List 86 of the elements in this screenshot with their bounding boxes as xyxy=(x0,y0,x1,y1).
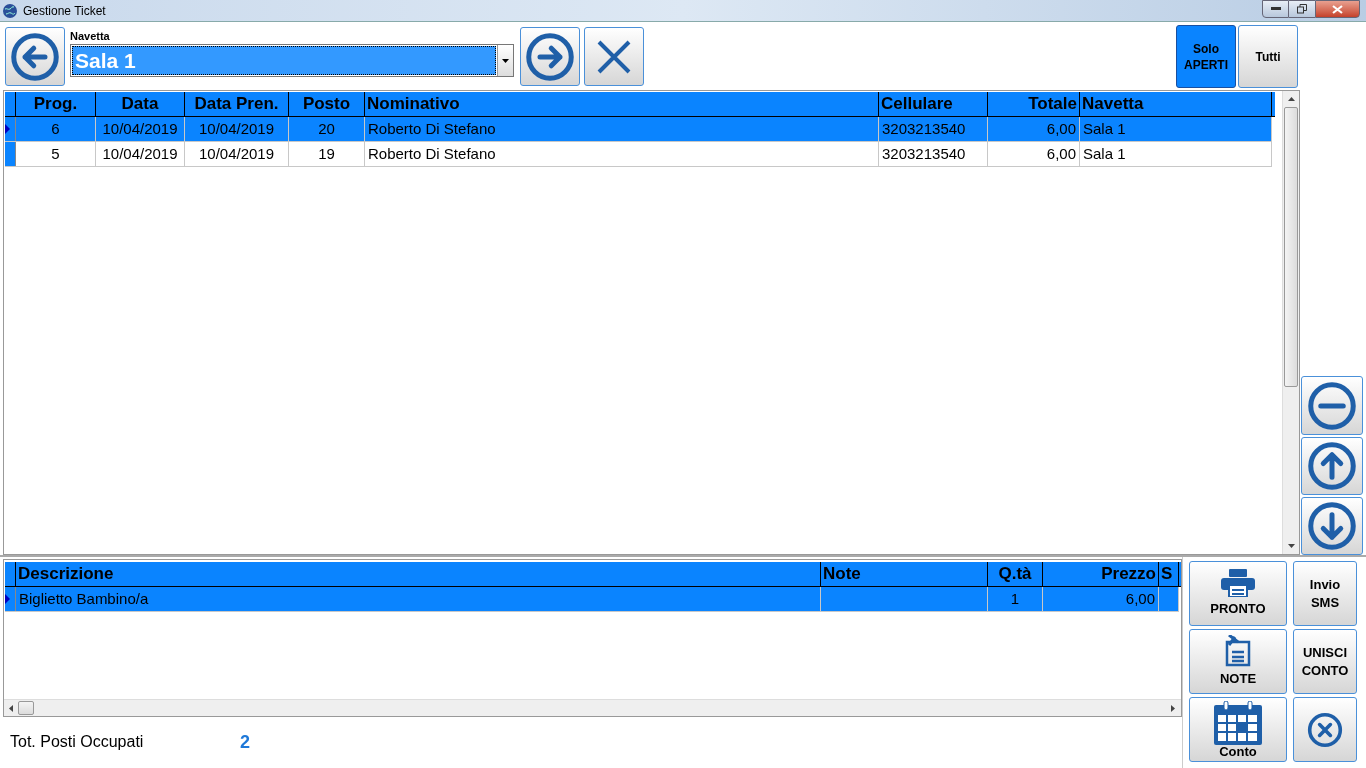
minimize-icon xyxy=(1270,7,1281,11)
filter-button[interactable]: Tutti xyxy=(1238,25,1298,88)
column-header[interactable]: Prezzo xyxy=(1101,562,1156,586)
navetta-label: Navetta xyxy=(70,29,111,44)
close-icon xyxy=(1307,711,1343,748)
column-header[interactable]: Posto xyxy=(302,92,351,116)
scroll-down-icon xyxy=(1287,544,1295,548)
horizontal-scrollbar[interactable] xyxy=(4,699,1181,716)
table-cell-text: 10/04/2019 xyxy=(198,143,275,164)
table-cell-text: 3203213540 xyxy=(882,143,966,164)
column-header[interactable]: Note xyxy=(823,562,861,586)
table-cell-text: 1 xyxy=(1010,588,1020,609)
table-cell-text: Sala 1 xyxy=(1083,118,1126,139)
column-header[interactable]: S xyxy=(1161,562,1173,586)
arrow-up-icon xyxy=(1307,441,1357,491)
table-cell-text: 5 xyxy=(51,143,60,164)
column-header[interactable]: Q.tà xyxy=(998,562,1032,586)
row-pointer-icon xyxy=(5,594,10,604)
close-button[interactable] xyxy=(1293,697,1357,762)
column-header[interactable]: Descrizione xyxy=(18,562,114,586)
navetta-dropdown[interactable]: Sala 1 xyxy=(70,44,514,77)
row-header-cell[interactable] xyxy=(5,117,16,141)
table-cell-text: 6,00 xyxy=(1125,588,1155,609)
scrollbar-thumb[interactable] xyxy=(1284,107,1298,387)
table-row[interactable]: 5 10/04/2019 10/04/2019 19 Roberto Di Stefano 3203213540 6,00 Sala 1 xyxy=(5,142,1272,167)
window-title: Gestione Ticket xyxy=(23,2,106,20)
table-cell-text: Roberto Di Stefano xyxy=(368,143,496,164)
column-header[interactable]: Cellulare xyxy=(881,92,953,116)
table-row[interactable]: 6 10/04/2019 10/04/2019 20 Roberto Di Stefano 3203213540 6,00 Sala 1 xyxy=(5,117,1272,142)
row-header-cell[interactable] xyxy=(5,587,16,611)
vertical-scrollbar[interactable] xyxy=(1282,91,1299,554)
calendar-icon xyxy=(1214,700,1262,745)
globe-icon xyxy=(2,2,18,19)
total-label: Tot. Posti Occupati xyxy=(10,732,145,752)
restore-icon xyxy=(1297,4,1307,14)
row-header-cell[interactable] xyxy=(5,142,16,166)
table-cell-text: 10/04/2019 xyxy=(102,118,178,139)
close-button[interactable] xyxy=(1315,0,1360,18)
minus-icon xyxy=(1307,380,1357,431)
restore-button[interactable] xyxy=(1289,0,1315,18)
table-cell-text: Roberto Di Stefano xyxy=(368,118,496,139)
column-header[interactable]: Totale xyxy=(1028,92,1077,116)
table-cell-text: 19 xyxy=(318,143,335,164)
table-cell-text: 6 xyxy=(51,118,60,139)
table-cell-text: 10/04/2019 xyxy=(198,118,275,139)
filter-button[interactable]: Solo APERTI xyxy=(1176,25,1236,88)
table-cell-text: 6,00 xyxy=(1046,143,1076,164)
move-up-button[interactable] xyxy=(1301,437,1363,495)
table-cell-text: 3203213540 xyxy=(882,118,966,139)
scrollbar-thumb[interactable] xyxy=(18,701,34,715)
table-cell-text: 10/04/2019 xyxy=(102,143,178,164)
scroll-up-icon xyxy=(1287,97,1295,101)
send-sms-button[interactable]: Invio SMS xyxy=(1293,561,1357,626)
table-cell-text: 20 xyxy=(318,118,335,139)
close-icon xyxy=(597,39,631,74)
note-button[interactable]: NOTE xyxy=(1189,629,1287,694)
arrow-down-icon xyxy=(1307,501,1357,551)
column-header[interactable]: Navetta xyxy=(1082,92,1144,116)
column-header[interactable]: Prog. xyxy=(33,92,78,116)
total-value: 2 xyxy=(240,730,250,754)
move-down-button[interactable] xyxy=(1301,497,1363,555)
next-button[interactable] xyxy=(520,27,580,86)
row-pointer-icon xyxy=(5,124,10,134)
merge-bill-button[interactable]: UNISCI CONTO xyxy=(1293,629,1357,694)
clear-button[interactable] xyxy=(584,27,644,86)
table-row[interactable]: Biglietto Bambino/a 1 6,00 xyxy=(5,587,1179,612)
table-cell-text: Biglietto Bambino/a xyxy=(19,588,149,609)
arrow-right-icon xyxy=(525,31,575,82)
table-cell-text: Sala 1 xyxy=(1083,143,1126,164)
pinned-note-icon xyxy=(1225,634,1251,667)
close-icon xyxy=(1332,4,1343,14)
dropdown-value: Sala 1 xyxy=(75,47,136,74)
column-header[interactable]: Data Pren. xyxy=(194,92,279,116)
remove-button[interactable] xyxy=(1301,376,1363,435)
scroll-left-icon xyxy=(9,704,13,712)
conto-button[interactable]: Conto xyxy=(1189,697,1287,762)
table-cell-text: 6,00 xyxy=(1046,118,1076,139)
previous-button[interactable] xyxy=(5,27,65,86)
arrow-left-icon xyxy=(10,31,60,82)
minimize-button[interactable] xyxy=(1262,0,1289,18)
column-header[interactable]: Data xyxy=(121,92,159,116)
dropdown-caret-icon xyxy=(502,58,509,63)
scroll-right-icon xyxy=(1171,704,1175,712)
printer-icon xyxy=(1221,568,1255,597)
column-header[interactable]: Nominativo xyxy=(367,92,460,116)
pronto-button[interactable]: PRONTO xyxy=(1189,561,1287,626)
